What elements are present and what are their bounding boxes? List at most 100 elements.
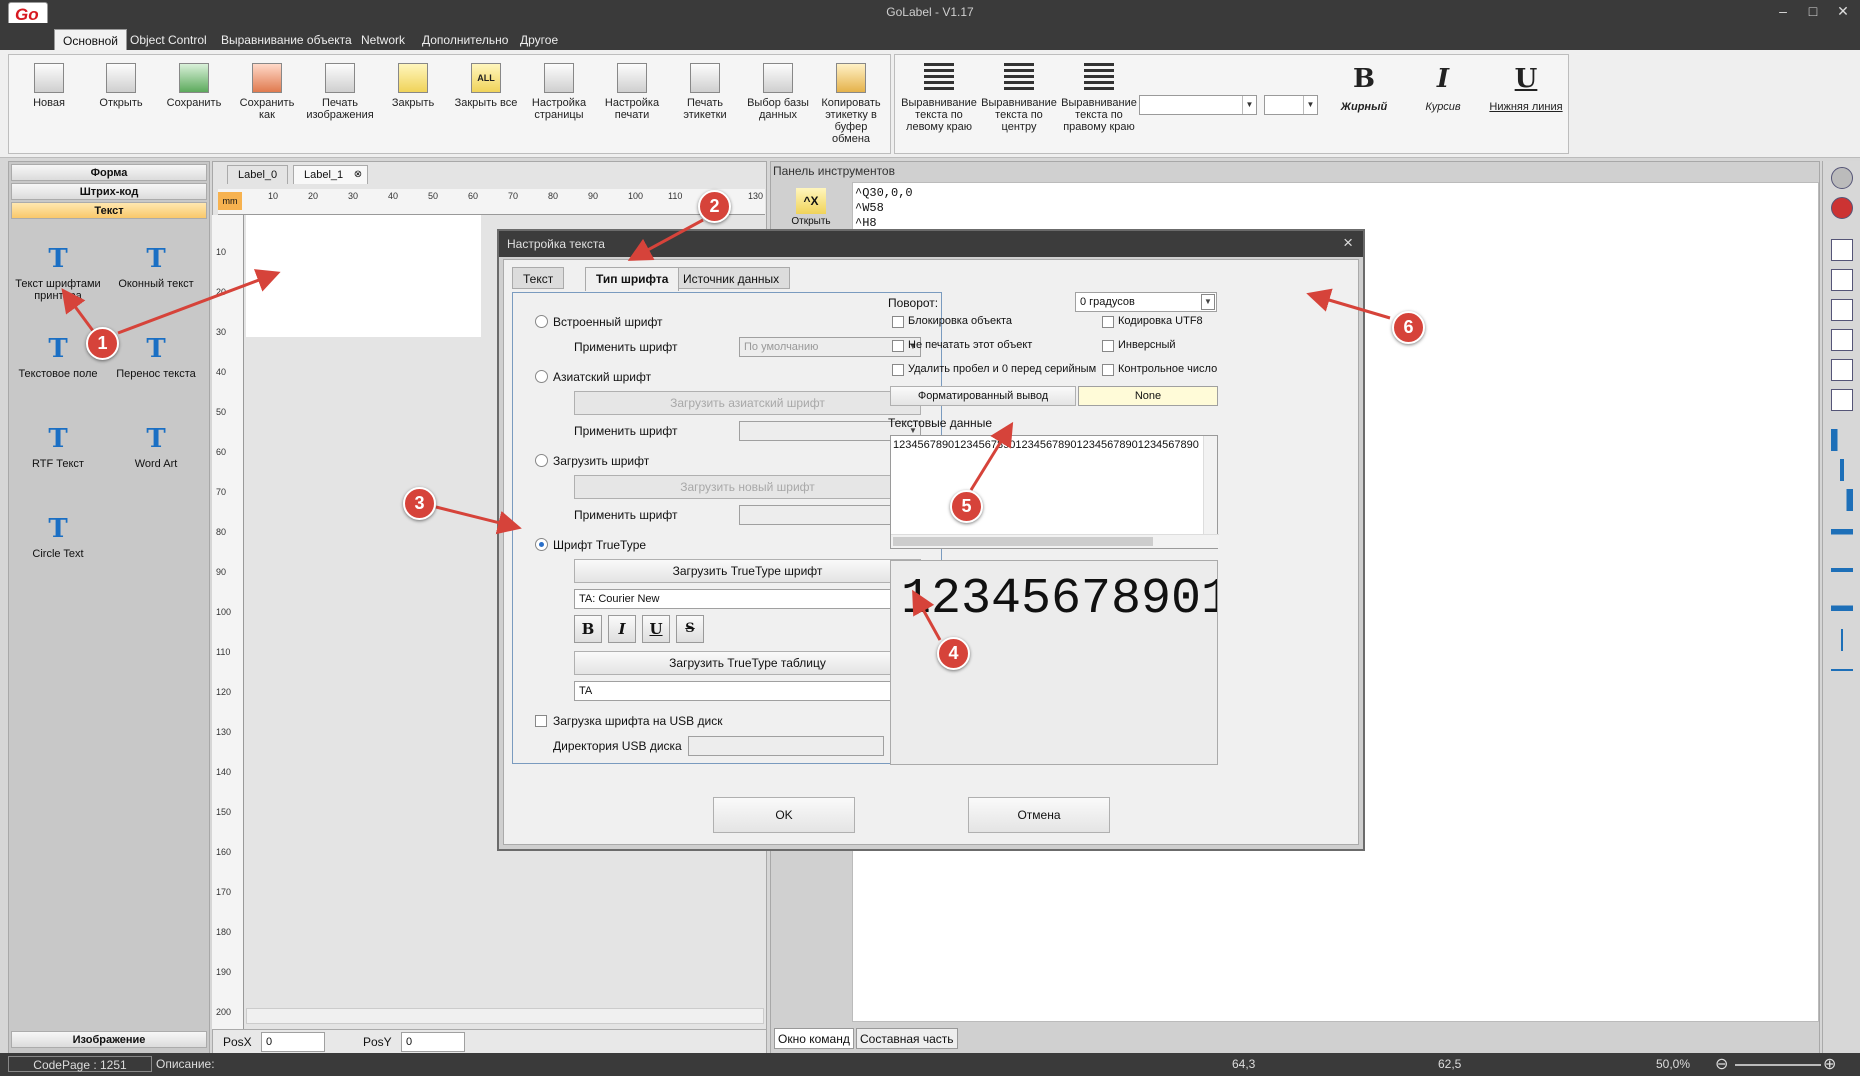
distribute-icon[interactable] bbox=[1831, 329, 1853, 351]
text-data-input[interactable]: 1234567890123456789012345678901234567890… bbox=[890, 435, 1219, 549]
wrap-text-item[interactable]: T Перенос текста bbox=[109, 334, 203, 380]
vertical-scrollbar[interactable] bbox=[1203, 436, 1217, 534]
load-new-font-button[interactable]: Загрузить новый шрифт bbox=[574, 475, 921, 499]
close-tab-icon[interactable]: ⊗ bbox=[354, 169, 362, 180]
maximize-icon[interactable]: □ bbox=[1798, 0, 1828, 23]
chevron-down-icon[interactable]: ▼ bbox=[1201, 294, 1215, 310]
same-height-icon[interactable] bbox=[1831, 389, 1853, 411]
align-bottom-edge-icon[interactable] bbox=[1831, 589, 1853, 611]
tab-network[interactable]: Network bbox=[353, 29, 413, 50]
new-button[interactable]: Новая bbox=[15, 63, 83, 109]
chevron-down-icon[interactable]: ▼ bbox=[1303, 96, 1317, 114]
usb-dir-input[interactable] bbox=[688, 736, 884, 756]
rotate-90-icon[interactable] bbox=[1831, 197, 1853, 219]
load-font-radio[interactable] bbox=[535, 454, 548, 467]
align-left-button[interactable]: Выравнивание текста по левому краю bbox=[899, 63, 979, 133]
bold-button[interactable]: B Жирный bbox=[1329, 63, 1399, 113]
tab-object-alignment[interactable]: Выравнивание объекта bbox=[213, 29, 360, 50]
section-shape[interactable]: Форма bbox=[11, 164, 207, 181]
tab-data-source[interactable]: Источник данных bbox=[672, 267, 791, 289]
no-print-checkbox[interactable] bbox=[892, 340, 904, 352]
print-label-button[interactable]: Печать этикетки bbox=[671, 63, 739, 121]
remove-space-checkbox[interactable] bbox=[892, 364, 904, 376]
label-canvas[interactable] bbox=[246, 215, 481, 337]
scroll-thumb[interactable] bbox=[893, 537, 1153, 546]
tab-main[interactable]: Основной bbox=[54, 29, 128, 50]
save-as-button[interactable]: Сохранить как bbox=[233, 63, 301, 121]
tab-command-window[interactable]: Окно команд bbox=[774, 1028, 854, 1049]
rotation-select[interactable]: 0 градусов ▼ bbox=[1075, 292, 1217, 312]
print-setup-button[interactable]: Настройка печати bbox=[598, 63, 666, 121]
select-database-button[interactable]: Выбор базы данных bbox=[744, 63, 812, 121]
align-center-v-icon[interactable] bbox=[1831, 459, 1853, 481]
align-left-edge-icon[interactable] bbox=[1831, 429, 1853, 451]
gear-icon[interactable] bbox=[1831, 167, 1853, 189]
rtf-text-item[interactable]: T RTF Текст bbox=[11, 424, 105, 470]
cancel-button[interactable]: Отмена bbox=[968, 797, 1110, 833]
italic-style-button[interactable]: I bbox=[608, 615, 636, 643]
load-asian-font-button[interactable]: Загрузить азиатский шрифт bbox=[574, 391, 921, 415]
utf8-checkbox[interactable] bbox=[1102, 316, 1114, 328]
formatted-output-value[interactable]: None bbox=[1078, 386, 1218, 406]
align-center-h-icon[interactable] bbox=[1831, 559, 1853, 581]
posy-input[interactable]: 0 bbox=[401, 1032, 465, 1052]
inverse-checkbox[interactable] bbox=[1102, 340, 1114, 352]
distribute-h-icon[interactable] bbox=[1831, 629, 1853, 651]
distribute-v-icon[interactable] bbox=[1831, 659, 1853, 681]
align-middle-icon[interactable] bbox=[1831, 269, 1853, 291]
windows-text-item[interactable]: T Оконный текст bbox=[109, 244, 203, 290]
truetype-font-select[interactable]: TA: Courier New▼ bbox=[574, 589, 921, 609]
truetype-table-select[interactable]: TA▼ bbox=[574, 681, 921, 701]
font-name-combo[interactable]: ▼ bbox=[1139, 95, 1257, 115]
align-center-button[interactable]: Выравнивание текста по центру bbox=[979, 63, 1059, 133]
underline-button[interactable]: U Нижняя линия bbox=[1487, 63, 1565, 113]
checksum-checkbox[interactable] bbox=[1102, 364, 1114, 376]
italic-button[interactable]: I Курсив bbox=[1408, 63, 1478, 113]
posx-input[interactable]: 0 bbox=[261, 1032, 325, 1052]
formatted-output-button[interactable]: Форматированный вывод bbox=[890, 386, 1076, 406]
tab-object-control[interactable]: Object Control bbox=[122, 29, 215, 50]
minimize-icon[interactable]: – bbox=[1768, 0, 1798, 23]
close-all-button[interactable]: ALL Закрыть все bbox=[452, 63, 520, 109]
doc-tab-label-0[interactable]: Label_0 bbox=[227, 165, 289, 184]
word-art-item[interactable]: T Word Art bbox=[109, 424, 203, 470]
open-button[interactable]: Открыть bbox=[87, 63, 155, 109]
page-setup-button[interactable]: Настройка страницы bbox=[525, 63, 593, 121]
underline-style-button[interactable]: U bbox=[642, 615, 670, 643]
bold-style-button[interactable]: B bbox=[574, 615, 602, 643]
align-bottom-icon[interactable] bbox=[1831, 299, 1853, 321]
chevron-down-icon[interactable]: ▼ bbox=[1242, 96, 1256, 114]
align-top-edge-icon[interactable] bbox=[1831, 529, 1853, 551]
tab-font-type[interactable]: Тип шрифта bbox=[585, 267, 680, 291]
horizontal-scrollbar[interactable] bbox=[891, 534, 1219, 548]
align-right-edge-icon[interactable] bbox=[1831, 489, 1853, 511]
font-size-combo[interactable]: ▼ bbox=[1264, 95, 1318, 115]
save-button[interactable]: Сохранить bbox=[160, 63, 228, 109]
usb-font-checkbox[interactable] bbox=[535, 715, 547, 727]
tab-additional[interactable]: Дополнительно bbox=[414, 29, 516, 50]
close-window-icon[interactable]: ✕ bbox=[1828, 0, 1858, 23]
horizontal-scrollbar[interactable] bbox=[246, 1008, 764, 1024]
section-barcode[interactable]: Штрих-код bbox=[11, 183, 207, 200]
zoom-slider[interactable] bbox=[1735, 1064, 1821, 1066]
tab-text[interactable]: Текст bbox=[512, 267, 565, 289]
asian-font-radio[interactable] bbox=[535, 370, 548, 383]
zoom-out-icon[interactable]: ⊖ bbox=[1715, 1054, 1728, 1074]
tab-other[interactable]: Другое bbox=[512, 29, 566, 50]
strikethrough-style-button[interactable]: S bbox=[676, 615, 704, 643]
load-truetype-table-button[interactable]: Загрузить TrueType таблицу bbox=[574, 651, 921, 675]
copy-label-button[interactable]: Копировать этикетку в буфер обмена bbox=[817, 63, 885, 145]
dialog-close-icon[interactable]: × bbox=[1343, 233, 1353, 253]
builtin-font-radio[interactable] bbox=[535, 315, 548, 328]
load-truetype-button[interactable]: Загрузить TrueType шрифт bbox=[574, 559, 921, 583]
section-image[interactable]: Изображение bbox=[11, 1031, 207, 1048]
same-width-icon[interactable] bbox=[1831, 359, 1853, 381]
close-button[interactable]: Закрыть bbox=[379, 63, 447, 109]
circle-text-item[interactable]: T Circle Text bbox=[11, 514, 105, 560]
align-top-icon[interactable] bbox=[1831, 239, 1853, 261]
ok-button[interactable]: OK bbox=[713, 797, 855, 833]
doc-tab-label-1[interactable]: Label_1 ⊗ bbox=[293, 165, 369, 184]
zoom-in-icon[interactable]: ⊕ bbox=[1823, 1054, 1836, 1074]
printer-font-text-item[interactable]: T Текст шрифтами принтера bbox=[11, 244, 105, 302]
unit-button[interactable]: mm bbox=[218, 192, 242, 210]
